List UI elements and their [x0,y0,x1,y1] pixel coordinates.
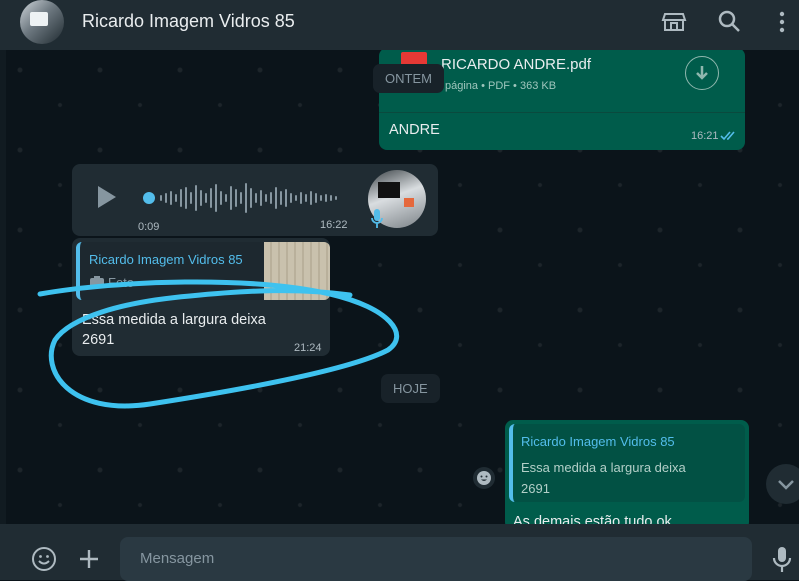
chat-area[interactable]: RICARDO ANDRE.pdf página • PDF • 363 KB … [0,50,799,524]
annotation-scribble [37,279,400,409]
message-input-container[interactable] [120,537,752,581]
chat-header: Ricardo Imagem Vidros 85 [0,0,799,50]
emoji-icon[interactable] [31,546,57,572]
message-input[interactable] [138,549,722,568]
contact-avatar[interactable] [20,0,64,44]
menu-icon[interactable] [768,8,796,36]
store-icon[interactable] [660,8,688,36]
composer-bar [0,524,799,581]
search-icon[interactable] [716,8,744,36]
microphone-icon[interactable] [772,546,792,574]
contact-name[interactable]: Ricardo Imagem Vidros 85 [82,11,295,32]
sidebar-edge [0,50,6,524]
attach-plus-icon[interactable] [78,548,100,570]
